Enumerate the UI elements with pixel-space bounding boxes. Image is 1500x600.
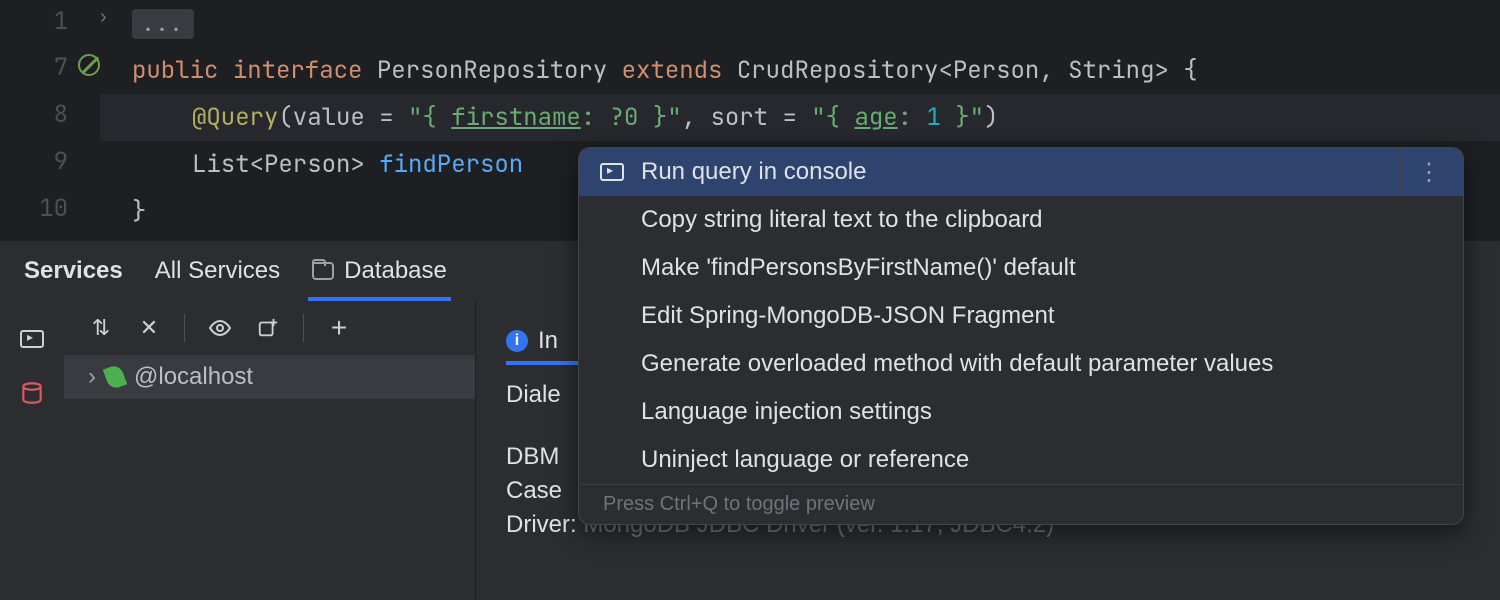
text: ) — [984, 102, 998, 133]
menu-item-generate-overload[interactable]: Generate overloaded method with default … — [579, 340, 1463, 388]
line-number: 9 — [0, 146, 68, 177]
plus-icon[interactable]: + — [326, 315, 352, 341]
number: 1 — [926, 102, 940, 133]
menu-item-copy-string[interactable]: Copy string literal text to the clipboar… — [579, 196, 1463, 244]
code-line[interactable]: ... — [100, 0, 1500, 47]
expand-icon[interactable]: ⇅ — [88, 315, 114, 341]
generic-params: <Person, String> { — [938, 55, 1197, 86]
chevron-right-icon: › — [88, 363, 96, 391]
no-entry-icon[interactable] — [78, 54, 100, 76]
tab-database[interactable]: Database — [312, 241, 447, 301]
eye-icon[interactable] — [207, 315, 233, 341]
line-number: 10 — [0, 193, 68, 224]
string: "{ — [408, 102, 451, 133]
mongodb-leaf-icon — [103, 364, 127, 391]
line-number: 7 — [0, 52, 68, 83]
menu-footer: Press Ctrl+Q to toggle preview — [579, 484, 1463, 524]
string: "{ — [811, 102, 854, 133]
info-icon: i — [506, 330, 528, 352]
menu-item-label: Uninject language or reference — [641, 446, 969, 474]
string-key: age — [854, 102, 897, 133]
method-name: findPerson — [379, 149, 523, 180]
info-label: In — [538, 327, 558, 355]
menu-item-label: Make 'findPersonsByFirstName()' default — [641, 254, 1076, 282]
divider — [303, 314, 304, 342]
annotation: @Query — [192, 102, 278, 133]
code-line[interactable]: public interface PersonRepository extend… — [100, 47, 1500, 94]
menu-item-label: Edit Spring-MongoDB-JSON Fragment — [641, 302, 1054, 330]
console-icon[interactable] — [18, 325, 46, 353]
identifier: PersonRepository — [377, 55, 607, 86]
menu-item-label: Generate overloaded method with default … — [641, 350, 1273, 378]
identifier: CrudRepository — [737, 55, 939, 86]
menu-item-run-query[interactable]: Run query in console ⋮ — [579, 148, 1463, 196]
string: : ?0 }" — [581, 102, 682, 133]
run-console-icon — [600, 163, 624, 181]
menu-item-label: Copy string literal text to the clipboar… — [641, 206, 1043, 234]
folder-icon — [312, 262, 334, 280]
tab-all-services[interactable]: All Services — [155, 241, 280, 301]
tree-toolbar: ⇅ ✕ + — [64, 301, 475, 355]
return-type: List<Person> — [192, 149, 379, 180]
keyword: extends — [622, 55, 723, 86]
keyword: interface — [233, 55, 363, 86]
text: , sort = — [682, 102, 812, 133]
tree-item-localhost[interactable]: › @localhost — [64, 355, 475, 399]
gutter: 1 › 7 8 9 10 — [0, 0, 100, 240]
line-number: 8 — [0, 99, 68, 130]
line-number: 1 — [0, 6, 68, 37]
divider — [184, 314, 185, 342]
code-line-current[interactable]: @Query(value = "{ firstname: ?0 }", sort… — [100, 94, 1500, 141]
datasource-icon[interactable] — [18, 379, 46, 407]
more-icon[interactable]: ⋮ — [1400, 148, 1443, 196]
close-icon[interactable]: ✕ — [136, 315, 162, 341]
menu-item-label: Language injection settings — [641, 398, 932, 426]
menu-item-label: Run query in console — [641, 158, 866, 186]
context-menu: Run query in console ⋮ Copy string liter… — [578, 147, 1464, 525]
breadcrumb-dots[interactable]: ... — [132, 9, 194, 39]
keyword: public — [132, 55, 218, 86]
new-window-icon[interactable] — [255, 315, 281, 341]
menu-item-edit-fragment[interactable]: Edit Spring-MongoDB-JSON Fragment — [579, 292, 1463, 340]
tree-item-label: @localhost — [134, 363, 253, 391]
menu-item-uninject[interactable]: Uninject language or reference — [579, 436, 1463, 484]
string: }" — [941, 102, 984, 133]
text: (value = — [278, 102, 408, 133]
brace: } — [132, 196, 146, 227]
string: : — [898, 102, 927, 133]
menu-item-injection-settings[interactable]: Language injection settings — [579, 388, 1463, 436]
menu-item-make-default[interactable]: Make 'findPersonsByFirstName()' default — [579, 244, 1463, 292]
string-key: firstname — [451, 102, 581, 133]
left-rail — [0, 301, 64, 600]
tree-panel: ⇅ ✕ + › @localhost — [64, 301, 476, 600]
tool-window-title[interactable]: Services — [24, 241, 123, 301]
